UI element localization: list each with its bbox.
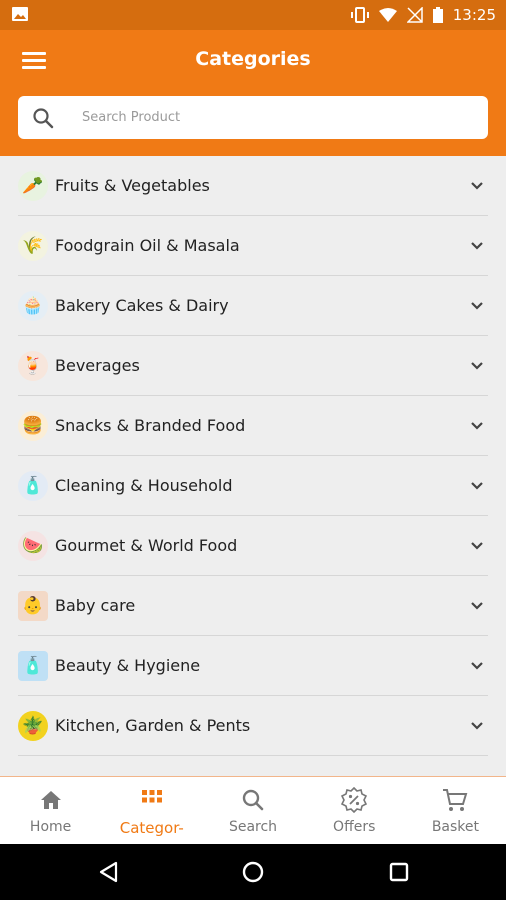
baby-care-icon: 👶 — [18, 591, 48, 621]
nav-categories[interactable]: Categor- — [101, 777, 202, 845]
category-item-beverages[interactable]: 🍹 Beverages — [0, 336, 506, 396]
category-item-kitchen-garden[interactable]: 🪴 Kitchen, Garden & Pents — [0, 696, 506, 756]
chevron-down-icon — [471, 722, 483, 730]
category-label: Beverages — [55, 356, 140, 375]
offers-icon — [341, 787, 368, 813]
chevron-down-icon — [471, 482, 483, 490]
category-label: Snacks & Branded Food — [55, 416, 246, 435]
snacks-icon: 🍔 — [18, 411, 48, 441]
nav-label: Categor- — [119, 819, 184, 837]
grid-icon — [141, 790, 162, 803]
chevron-down-icon — [471, 302, 483, 310]
category-label: Baby care — [55, 596, 136, 615]
category-item-fruits-vegetables[interactable]: 🥕 Fruits & Vegetables — [0, 156, 506, 216]
cleaning-icon: 🧴 — [18, 471, 48, 501]
category-label: Kitchen, Garden & Pents — [55, 716, 251, 735]
nav-label: Search — [228, 819, 278, 835]
status-time: 13:25 — [452, 6, 496, 24]
search-bar[interactable] — [18, 96, 488, 139]
home-button-icon[interactable] — [241, 860, 265, 884]
home-icon — [40, 791, 61, 809]
nav-home[interactable]: Home — [0, 777, 101, 845]
bottom-navigation: Home Categor- Search Offers Basket — [0, 776, 506, 845]
category-item-gourmet[interactable]: 🍉 Gourmet & World Food — [0, 516, 506, 576]
image-notification-icon — [12, 7, 28, 21]
system-navigation-bar — [0, 844, 506, 900]
chevron-down-icon — [471, 542, 483, 550]
chevron-down-icon — [471, 422, 483, 430]
category-list: 🥕 Fruits & Vegetables 🌾 Foodgrain Oil & … — [0, 156, 506, 776]
category-item-foodgrain[interactable]: 🌾 Foodgrain Oil & Masala — [0, 216, 506, 276]
category-label: Foodgrain Oil & Masala — [55, 236, 240, 255]
gourmet-icon: 🍉 — [18, 531, 48, 561]
back-icon[interactable] — [97, 860, 121, 884]
search-input[interactable] — [80, 109, 464, 126]
page-title: Categories — [195, 48, 311, 70]
chevron-down-icon — [471, 662, 483, 670]
chevron-down-icon — [471, 242, 483, 250]
category-item-cleaning[interactable]: 🧴 Cleaning & Household — [0, 456, 506, 516]
foodgrain-icon: 🌾 — [18, 231, 48, 261]
category-label: Gourmet & World Food — [55, 536, 238, 555]
chevron-down-icon — [471, 602, 483, 610]
nav-label: Basket — [431, 819, 480, 835]
app-bar: Categories — [0, 30, 506, 156]
category-item-beauty[interactable]: 🧴 Beauty & Hygiene — [0, 636, 506, 696]
basket-icon — [443, 789, 468, 811]
chevron-down-icon — [471, 182, 483, 190]
wifi-icon — [378, 7, 397, 22]
category-label: Beauty & Hygiene — [55, 656, 201, 675]
category-item-bakery[interactable]: 🧁 Bakery Cakes & Dairy — [0, 276, 506, 336]
category-item-snacks[interactable]: 🍔 Snacks & Branded Food — [0, 396, 506, 456]
chevron-down-icon — [471, 362, 483, 370]
category-label: Cleaning & Household — [55, 476, 233, 495]
status-bar: 13:25 — [0, 0, 506, 30]
kitchen-garden-icon: 🪴 — [18, 711, 48, 741]
recents-icon[interactable] — [387, 860, 411, 884]
bakery-icon: 🧁 — [18, 291, 48, 321]
beverages-icon: 🍹 — [18, 351, 48, 381]
search-icon — [33, 107, 54, 128]
nav-search[interactable]: Search — [202, 777, 303, 845]
category-item-baby-care[interactable]: 👶 Baby care — [0, 576, 506, 636]
search-icon — [242, 789, 264, 811]
beauty-icon: 🧴 — [18, 651, 48, 681]
nav-label: Offers — [333, 819, 376, 835]
nav-offers[interactable]: Offers — [304, 777, 405, 845]
category-label: Fruits & Vegetables — [55, 176, 210, 195]
nav-basket[interactable]: Basket — [405, 777, 506, 845]
vibrate-icon — [350, 7, 369, 23]
no-signal-icon — [406, 7, 423, 23]
nav-label: Home — [29, 819, 72, 835]
battery-icon — [432, 7, 443, 23]
fruits-vegetables-icon: 🥕 — [18, 171, 48, 201]
category-label: Bakery Cakes & Dairy — [55, 296, 229, 315]
